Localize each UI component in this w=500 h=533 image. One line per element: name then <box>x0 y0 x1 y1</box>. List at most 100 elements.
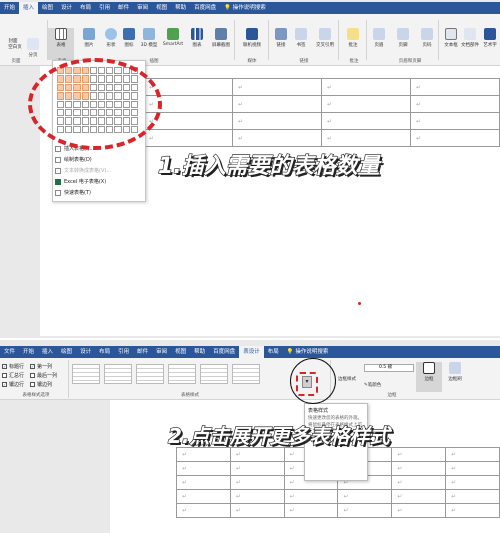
table-cell[interactable]: ↵ <box>232 95 322 113</box>
table-cell[interactable]: ↵ <box>232 78 322 96</box>
document-table-top[interactable]: ↵ ↵ ↵ ↵ ↵ ↵ ↵ ↵ ↵ ↵ ↵ ↵ ↵ ↵ ↵ ↵ <box>143 78 500 147</box>
table-cell[interactable]: ↵ <box>337 503 393 518</box>
menu-quick-tables[interactable]: 快速表格(T) <box>55 189 91 196</box>
option-banded-rows[interactable]: ✓ 镶边行 <box>2 381 24 388</box>
table-cell[interactable]: ↵ <box>176 489 231 504</box>
table-cell[interactable]: ↵ <box>229 461 285 476</box>
tab-insert[interactable]: 插入 <box>38 346 57 358</box>
table-cell[interactable]: ↵ <box>176 475 231 490</box>
table-cell[interactable]: ↵ <box>229 489 285 504</box>
borders-label: 边框 <box>424 377 434 382</box>
table-cell[interactable]: ↵ <box>445 461 500 476</box>
line-weight-select[interactable]: 0.5 磅 <box>364 364 414 372</box>
table-cell[interactable]: ↵ <box>321 112 411 130</box>
table-cell[interactable]: ↵ <box>283 489 339 504</box>
tab-references[interactable]: 引用 <box>114 346 133 358</box>
tell-me-search[interactable]: 💡 操作说明搜索 <box>220 2 270 14</box>
tab-draw[interactable]: 绘图 <box>57 346 76 358</box>
table-cell[interactable]: ↵ <box>391 489 447 504</box>
tab-draw[interactable]: 绘图 <box>38 2 57 14</box>
table-style-thumb[interactable] <box>72 364 100 384</box>
table-cell[interactable]: ↵ <box>229 447 285 462</box>
tab-file[interactable]: 文件 <box>0 346 19 358</box>
tab-table-design[interactable]: 表设计 <box>239 346 264 358</box>
tab-help[interactable]: 帮助 <box>190 346 209 358</box>
menu-draw-table[interactable]: 绘制表格(D) <box>55 156 92 163</box>
cross-reference-button[interactable]: 交叉引用 <box>310 28 340 48</box>
table-cell[interactable]: ↵ <box>143 129 233 147</box>
option-header-row[interactable]: ✓ 标题行 <box>2 363 24 370</box>
screenshot-button[interactable]: 屏幕截图 <box>206 28 236 48</box>
table-cell[interactable]: ↵ <box>229 475 285 490</box>
tab-review[interactable]: 审阅 <box>152 346 171 358</box>
tab-view[interactable]: 视图 <box>171 346 190 358</box>
quick-parts-button[interactable]: 文档部件 <box>458 28 482 48</box>
wordart-button[interactable]: 艺术字 <box>480 28 500 48</box>
option-total-row[interactable]: 汇总行 <box>2 372 24 379</box>
table-button[interactable]: 表格 <box>48 28 74 60</box>
tab-baidu-netdisk[interactable]: 百度网盘 <box>190 2 220 14</box>
table-style-thumb[interactable] <box>136 364 164 384</box>
tab-help[interactable]: 帮助 <box>171 2 190 14</box>
menu-excel-spreadsheet[interactable]: Excel 电子表格(X) <box>55 178 106 185</box>
option-label: 最后一列 <box>37 373 58 379</box>
table-cell[interactable]: ↵ <box>410 78 500 96</box>
tab-layout[interactable]: 布局 <box>76 2 95 14</box>
table-cell[interactable]: ↵ <box>391 475 447 490</box>
tab-design[interactable]: 设计 <box>76 346 95 358</box>
tooltip-title: 表格样式 <box>308 408 329 414</box>
page-break-button[interactable]: 分页 <box>20 38 46 58</box>
header-button[interactable]: 页眉 <box>366 28 392 48</box>
page-number-button[interactable]: 页码 <box>414 28 440 48</box>
table-cell[interactable]: ↵ <box>176 447 231 462</box>
tab-view[interactable]: 视图 <box>152 2 171 14</box>
online-video-button[interactable]: 联机视频 <box>236 28 268 48</box>
table-cell[interactable]: ↵ <box>410 112 500 130</box>
tab-design[interactable]: 设计 <box>57 2 76 14</box>
border-painter-button[interactable]: 边框刷 <box>442 362 468 382</box>
table-cell[interactable]: ↵ <box>391 461 447 476</box>
tab-mailings[interactable]: 邮件 <box>133 346 152 358</box>
tab-layout[interactable]: 布局 <box>95 346 114 358</box>
comment-button[interactable]: 批注 <box>340 28 366 48</box>
table-cell[interactable]: ↵ <box>445 447 500 462</box>
tab-insert[interactable]: 插入 <box>19 2 39 14</box>
tab-review[interactable]: 审阅 <box>133 2 152 14</box>
footer-button[interactable]: 页脚 <box>390 28 416 48</box>
table-cell[interactable]: ↵ <box>391 503 447 518</box>
option-last-column[interactable]: 最后一列 <box>30 372 57 379</box>
border-styles-button[interactable]: 边框样式 <box>334 376 360 382</box>
table-cell[interactable]: ↵ <box>232 129 322 147</box>
table-style-thumb[interactable] <box>200 364 228 384</box>
table-cell[interactable]: ↵ <box>410 95 500 113</box>
tab-references[interactable]: 引用 <box>95 2 114 14</box>
table-cell[interactable]: ↵ <box>229 503 285 518</box>
tell-me-search[interactable]: 💡 操作说明搜索 <box>283 346 333 358</box>
table-cell[interactable]: ↵ <box>445 475 500 490</box>
table-cell[interactable]: ↵ <box>445 489 500 504</box>
option-banded-columns[interactable]: 镶边列 <box>30 381 52 388</box>
border-styles-label: 边框样式 <box>338 377 356 382</box>
table-style-thumb[interactable] <box>168 364 196 384</box>
tab-mailings[interactable]: 邮件 <box>114 2 133 14</box>
table-cell[interactable]: ↵ <box>176 461 231 476</box>
table-cell[interactable]: ↵ <box>321 129 411 147</box>
tab-home[interactable]: 开始 <box>19 346 38 358</box>
tab-table-layout[interactable]: 布局 <box>264 346 283 358</box>
table-cell[interactable]: ↵ <box>337 489 393 504</box>
table-cell[interactable]: ↵ <box>321 95 411 113</box>
borders-button[interactable]: 边框 <box>416 362 442 392</box>
table-style-thumb[interactable] <box>104 364 132 384</box>
option-first-column[interactable]: ✓ 第一列 <box>30 363 52 370</box>
table-cell[interactable]: ↵ <box>410 129 500 147</box>
table-cell[interactable]: ↵ <box>445 503 500 518</box>
table-cell[interactable]: ↵ <box>283 503 339 518</box>
tab-home[interactable]: 开始 <box>0 2 19 14</box>
table-style-thumb[interactable] <box>232 364 260 384</box>
tab-baidu-netdisk[interactable]: 百度网盘 <box>209 346 239 358</box>
pen-color-button[interactable]: ✎笔颜色 <box>364 382 381 388</box>
table-cell[interactable]: ↵ <box>176 503 231 518</box>
table-cell[interactable]: ↵ <box>321 78 411 96</box>
table-cell[interactable]: ↵ <box>232 112 322 130</box>
table-cell[interactable]: ↵ <box>391 447 447 462</box>
